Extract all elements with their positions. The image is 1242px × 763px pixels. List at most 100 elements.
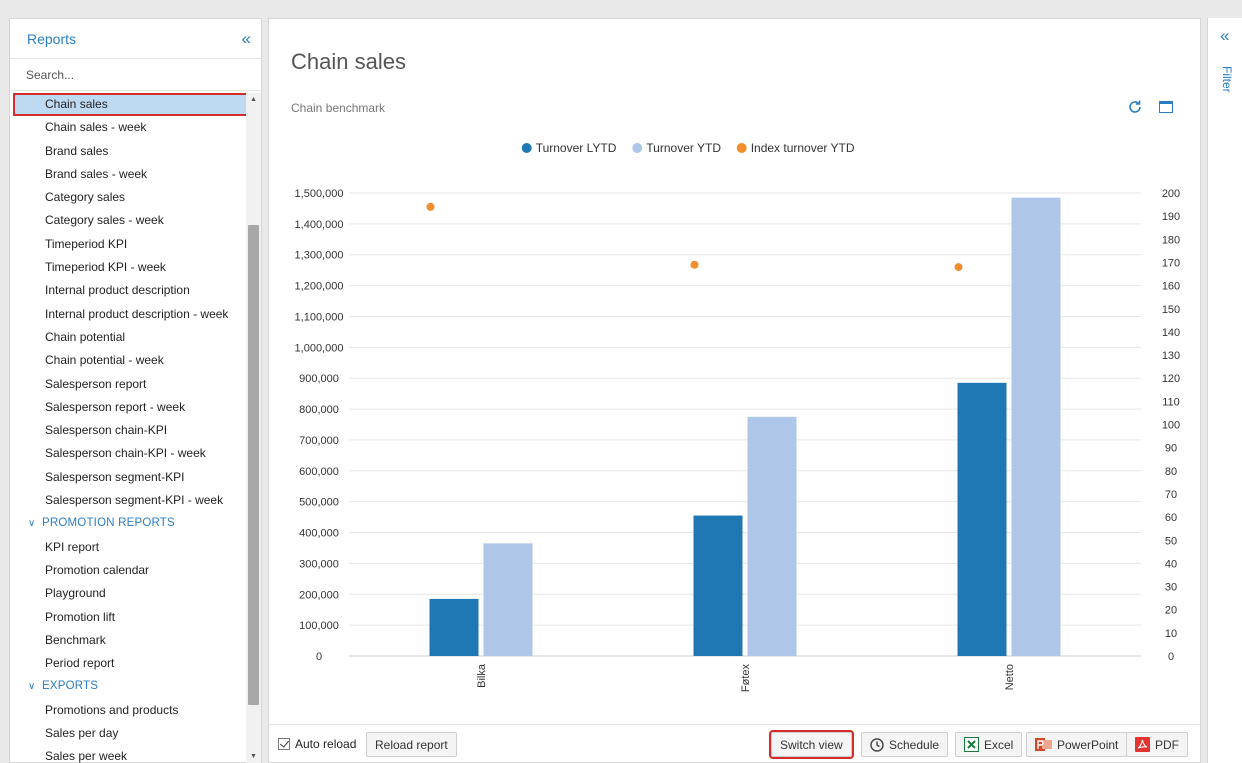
scroll-down-icon[interactable]: ▼ (246, 750, 261, 763)
y-right-tick-label: 170 (1162, 257, 1180, 269)
bar (693, 515, 743, 656)
schedule-button[interactable]: Schedule (861, 732, 949, 757)
sidebar-item[interactable]: Salesperson segment-KPI - week (10, 489, 246, 512)
y-right-tick-label: 60 (1165, 512, 1177, 524)
reload-report-button[interactable]: Reload report (366, 732, 457, 757)
powerpoint-label: PowerPoint (1057, 737, 1119, 752)
sidebar-item[interactable]: Salesperson chain-KPI - week (10, 442, 246, 465)
y-left-tick-label: 700,000 (299, 435, 339, 447)
sidebar-item[interactable]: Salesperson segment-KPI (10, 466, 246, 489)
sidebar-group-label: EXPORTS (42, 680, 99, 693)
reports-sidebar: Reports « Chain salesChain sales - weekB… (9, 18, 262, 763)
y-right-tick-label: 130 (1162, 350, 1180, 362)
maximize-icon[interactable] (1159, 101, 1173, 113)
y-left-tick-label: 1,000,000 (295, 342, 344, 354)
sidebar-item[interactable]: Chain sales - week (10, 116, 246, 139)
sidebar-item[interactable]: Brand sales - week (10, 163, 246, 186)
sidebar-title: Reports (27, 30, 77, 47)
sidebar-item[interactable]: Salesperson chain-KPI (10, 419, 246, 442)
y-right-tick-label: 50 (1165, 535, 1177, 547)
collapse-sidebar-icon[interactable]: « (242, 29, 251, 49)
chevron-down-icon: ∨ (28, 681, 36, 693)
x-tick-label: Føtex (740, 664, 752, 693)
y-right-tick-label: 70 (1165, 489, 1177, 501)
scrollbar-thumb[interactable] (248, 225, 259, 705)
bar (429, 598, 479, 656)
sidebar-item[interactable]: Timeperiod KPI (10, 233, 246, 256)
reload-report-label: Reload report (375, 737, 448, 752)
report-list: Chain sales Chain sales - week Brand sales… (10, 93, 246, 763)
sidebar-item[interactable]: Promotion lift (10, 606, 246, 629)
y-left-tick-label: 100,000 (299, 620, 339, 632)
y-left-tick-label: 0 (316, 651, 322, 663)
sidebar-item[interactable]: Timeperiod KPI - week (10, 256, 246, 279)
clock-icon (870, 737, 884, 752)
legend-marker (521, 143, 532, 153)
sidebar-item[interactable]: Category sales (10, 186, 246, 209)
expand-filter-icon[interactable]: « (1220, 26, 1229, 46)
sidebar-search (10, 59, 261, 91)
chart-subtitle: Chain benchmark (291, 101, 386, 115)
scroll-up-icon[interactable]: ▲ (246, 93, 261, 107)
refresh-icon[interactable] (1127, 99, 1143, 115)
excel-icon (964, 737, 979, 752)
y-right-tick-label: 80 (1165, 466, 1177, 478)
auto-reload-toggle[interactable]: Auto reload (278, 737, 356, 751)
y-right-tick-label: 150 (1162, 304, 1180, 316)
sidebar-item[interactable]: KPI report (10, 536, 246, 559)
excel-button[interactable]: Excel (955, 732, 1023, 757)
legend-label: Turnover LYTD (536, 141, 617, 155)
auto-reload-label: Auto reload (295, 737, 357, 751)
auto-reload-checkbox[interactable] (278, 738, 290, 750)
chevron-down-icon: ∨ (28, 518, 36, 530)
sidebar-group-label: PROMOTION REPORTS (42, 517, 175, 530)
sidebar-item[interactable]: Internal product description - week (10, 303, 246, 326)
filter-panel: « Filter (1207, 18, 1242, 763)
y-left-tick-label: 1,200,000 (295, 281, 344, 293)
search-input[interactable] (10, 59, 261, 90)
sidebar-item[interactable]: Promotions and products (10, 699, 246, 722)
sidebar-header: Reports « (10, 19, 261, 59)
sidebar-item[interactable]: Promotion calendar (10, 559, 246, 582)
y-left-tick-label: 800,000 (299, 404, 339, 416)
bar (483, 543, 533, 656)
bar (957, 382, 1007, 656)
sidebar-scrollbar[interactable]: ▲ ▼ (246, 93, 261, 763)
chain-benchmark-chart: 0 100,000 200,000 300,000 400,000 500,000 600,… (295, 141, 1181, 693)
y-right-tick-label: 160 (1162, 281, 1180, 293)
sidebar-group-header[interactable]: ∨ EXPORTS (10, 675, 246, 698)
pdf-button[interactable]: PDF (1126, 732, 1188, 757)
sidebar-item[interactable]: Salesperson report - week (10, 396, 246, 419)
y-right-tick-label: 0 (1168, 651, 1174, 663)
sidebar-item[interactable]: Chain potential (10, 326, 246, 349)
data-point (690, 260, 699, 269)
report-footer: Auto reload Reload report Switch view Sc… (269, 724, 1200, 762)
y-right-tick-label: 30 (1165, 582, 1177, 594)
page-title: Chain sales (291, 49, 406, 74)
legend-marker (736, 143, 747, 153)
y-left-tick-label: 400,000 (299, 528, 339, 540)
sidebar-item[interactable]: Sales per week (10, 745, 246, 763)
pdf-icon (1135, 737, 1150, 752)
x-tick-label: Netto (1004, 664, 1016, 690)
y-right-tick-label: 190 (1162, 211, 1180, 223)
powerpoint-icon (1035, 737, 1052, 752)
filter-tab[interactable]: Filter (1220, 66, 1234, 93)
sidebar-item[interactable]: Chain sales (13, 93, 246, 117)
sidebar-item[interactable]: Playground (10, 582, 246, 605)
sidebar-item[interactable]: Salesperson report (10, 373, 246, 396)
sidebar-item[interactable]: Brand sales (10, 140, 246, 163)
powerpoint-button[interactable]: PowerPoint (1026, 732, 1128, 757)
y-left-tick-label: 1,300,000 (295, 250, 344, 262)
y-left-tick-label: 1,100,000 (295, 311, 344, 323)
sidebar-item[interactable]: Chain potential - week (10, 349, 246, 372)
sidebar-item[interactable]: Category sales - week (10, 209, 246, 232)
sidebar-item[interactable]: Sales per day (10, 722, 246, 745)
y-left-tick-label: 600,000 (299, 466, 339, 478)
sidebar-item[interactable]: Benchmark (10, 629, 246, 652)
sidebar-item[interactable]: Period report (10, 652, 246, 675)
switch-view-button[interactable]: Switch view (769, 730, 854, 759)
sidebar-item[interactable]: Internal product description (10, 279, 246, 302)
sidebar-group-header[interactable]: ∨ PROMOTION REPORTS (10, 512, 246, 535)
y-left-tick-label: 1,500,000 (295, 188, 344, 200)
